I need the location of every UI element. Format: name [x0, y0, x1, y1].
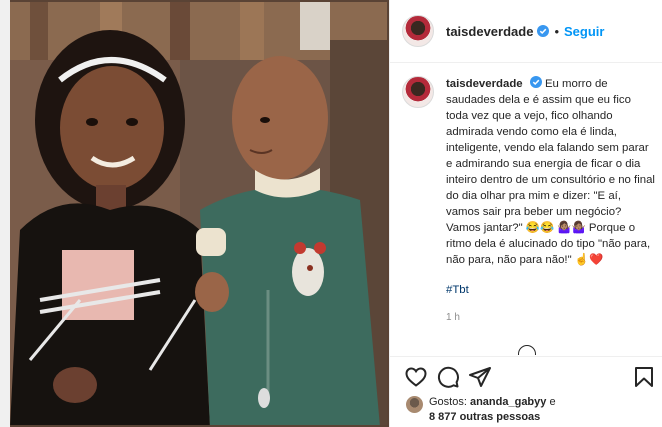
- follow-button[interactable]: Seguir: [564, 24, 604, 39]
- caption-username[interactable]: taisdeverdade: [446, 78, 523, 90]
- liker-avatar[interactable]: [406, 396, 423, 413]
- caption-verified-badge-icon: [529, 76, 542, 88]
- likes-prefix: Gostos:: [429, 396, 470, 408]
- post-header: taisdeverdade • Seguir: [390, 0, 662, 63]
- post-side-panel: taisdeverdade • Seguir taisdeverdade Eu …: [389, 0, 662, 427]
- likes-summary: Gostos: ananda_gabyy e 8 877 outras pess…: [406, 395, 556, 425]
- caption-comment: taisdeverdade Eu morro de saudades dela …: [402, 76, 657, 326]
- author-username[interactable]: taisdeverdade: [446, 24, 533, 39]
- bookmark-icon[interactable]: [632, 365, 656, 389]
- heart-icon[interactable]: [404, 365, 428, 389]
- caption-avatar[interactable]: [402, 76, 434, 108]
- caption-body: taisdeverdade Eu morro de saudades dela …: [446, 76, 656, 326]
- post-photo[interactable]: [0, 0, 389, 427]
- comment-icon[interactable]: [436, 365, 460, 389]
- post-photo-art: [0, 0, 389, 427]
- hashtag-link[interactable]: #Tbt: [446, 282, 656, 298]
- left-gutter: [0, 0, 10, 427]
- post-actions-bar: Gostos: ananda_gabyy e 8 877 outras pess…: [390, 356, 662, 427]
- likes-count-link[interactable]: 8 877 outras pessoas: [429, 411, 540, 423]
- paper-plane-icon[interactable]: [468, 365, 492, 389]
- caption-time: 1 h: [446, 312, 460, 323]
- liker-username[interactable]: ananda_gabyy: [470, 396, 546, 408]
- author-avatar[interactable]: [402, 15, 434, 47]
- verified-badge-icon: [537, 25, 550, 37]
- caption-text: Eu morro de saudades dela e é assim que …: [446, 78, 659, 266]
- header-separator: •: [554, 23, 559, 39]
- likes-joiner: e: [546, 396, 556, 408]
